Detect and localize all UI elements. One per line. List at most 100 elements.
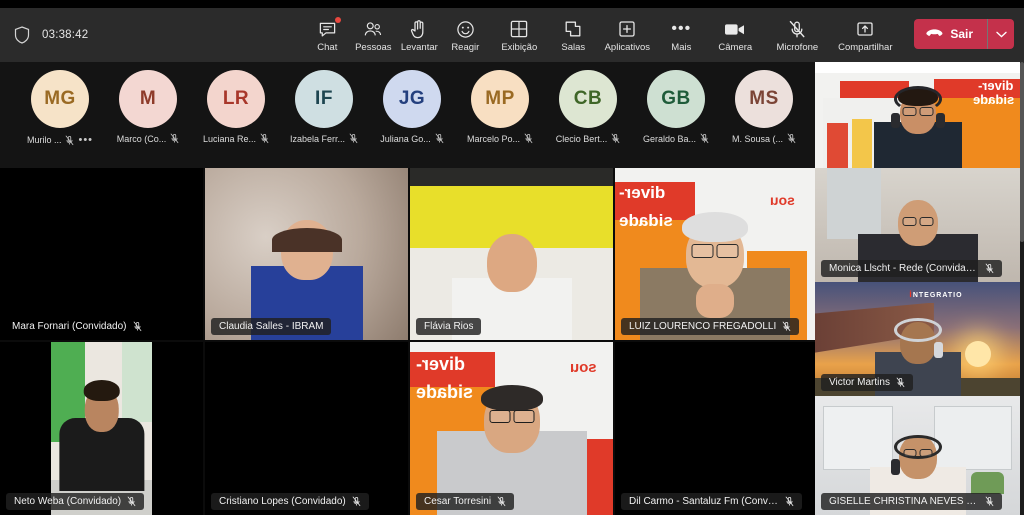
microphone-muted-icon (896, 377, 905, 388)
toolbar-left-group: 03:38:42 (0, 26, 304, 44)
participant-avatar-cell[interactable]: MP Marcelo Po... (462, 70, 538, 144)
more-label: Mais (671, 42, 692, 53)
participant-avatar-cell[interactable]: GB Geraldo Ba... (638, 70, 714, 144)
video-tile[interactable]: Dil Carmo - Santaluz Fm (Convida... (615, 342, 815, 515)
leave-meeting-group: Sair (914, 19, 1014, 49)
react-label: Reagir (451, 42, 480, 53)
participant-overflow-icon[interactable]: ••• (78, 133, 93, 147)
leave-meeting-button[interactable]: Sair (914, 19, 987, 49)
meeting-timer: 03:38:42 (42, 29, 89, 41)
microphone-button[interactable]: Microfone (766, 17, 828, 53)
microphone-muted-icon (133, 321, 141, 332)
tile-participant-name: Mara Fornari (Convidado) (12, 321, 127, 332)
microphone-muted-icon (524, 133, 533, 144)
video-tile[interactable]: Monica Llscht - Rede (Convidado) (815, 168, 1020, 282)
microphone-muted-icon (611, 133, 620, 144)
hangup-icon (926, 27, 943, 41)
video-tile[interactable]: Cristiano Lopes (Convidado) (205, 342, 408, 515)
participant-name-row: Murilo ... ••• (27, 133, 93, 147)
tile-name-badge: Neto Weba (Convidado) (6, 493, 145, 510)
video-tile[interactable]: diver- sidade sou LUIZ LOURENCO FREGADOL… (615, 168, 815, 340)
avatar: JG (383, 70, 441, 128)
microphone-muted-icon (788, 19, 806, 39)
apps-plus-icon (618, 19, 636, 39)
audio-only-participants-row: MG Murilo ... ••• M Marco (Co... LR Luci… (0, 62, 815, 168)
people-icon (363, 19, 383, 39)
video-tile[interactable]: diver- sidade sou Cesar Torresini (410, 342, 613, 515)
participant-name-row: Juliana Go... (380, 133, 444, 144)
background-brand-mark: sou (770, 192, 795, 209)
participant-name: Clecio Bert... (555, 133, 608, 144)
react-button[interactable]: Reagir (442, 17, 488, 53)
video-tile[interactable]: Claudia Salles - IBRAM (205, 168, 408, 340)
participant-avatar-cell[interactable]: M Marco (Co... (110, 70, 186, 144)
tile-name-badge: Monica Llscht - Rede (Convidado) (821, 260, 1002, 277)
video-stream (615, 342, 815, 515)
raise-hand-label: Levantar (400, 42, 438, 53)
participant-name: Geraldo Ba... (642, 133, 697, 144)
people-button[interactable]: Pessoas (350, 17, 396, 53)
participant-avatar-cell[interactable]: MS M. Sousa (... (726, 70, 802, 144)
participant-name-row: Izabela Ferr... (290, 133, 358, 144)
more-button[interactable]: ••• Mais (658, 17, 704, 54)
meeting-window: 03:38:42 Chat Pessoas Levantar Reagir Ex… (0, 0, 1024, 515)
microphone-muted-icon (349, 133, 358, 144)
participant-avatar-cell[interactable]: JG Juliana Go... (374, 70, 450, 144)
video-stream (410, 168, 613, 340)
emoji-icon (456, 19, 475, 39)
tile-name-badge: Mara Fornari (Convidado) (6, 318, 150, 335)
participant-name-row: M. Sousa (... (732, 133, 796, 144)
tile-participant-name: Cesar Torresini (424, 496, 492, 507)
video-tile[interactable]: Mara Fornari (Convidado) (0, 168, 203, 340)
filmstrip-scrollbar[interactable] (1020, 62, 1024, 515)
video-tile[interactable]: Neto Weba (Convidado) (0, 342, 203, 515)
window-top-edge (0, 0, 1024, 8)
video-tile[interactable]: diver- sidade sou (815, 62, 1020, 168)
video-stream (205, 168, 408, 340)
toolbar-right-group: Câmera Microfone Compartilhar Sair (704, 17, 1024, 53)
tile-name-badge: LUIZ LOURENCO FREGADOLLI (621, 318, 800, 335)
leave-options-button[interactable] (988, 19, 1014, 49)
video-grid: Mara Fornari (Convidado) Claudia Salles … (0, 168, 815, 515)
microphone-muted-icon (787, 133, 796, 144)
rooms-button[interactable]: Salas (550, 17, 596, 53)
camera-icon (724, 19, 746, 39)
microphone-muted-icon (785, 496, 794, 507)
chat-button[interactable]: Chat (304, 17, 350, 53)
share-button[interactable]: Compartilhar (828, 17, 902, 53)
tile-participant-name: GISELLE CHRISTINA NEVES DE OLI... (829, 496, 979, 507)
participant-name-row: Marcelo Po... (467, 133, 533, 144)
participant-avatar-cell[interactable]: IF Izabela Ferr... (286, 70, 362, 144)
grid-view-icon (510, 19, 528, 39)
apps-button[interactable]: Aplicativos (596, 17, 658, 53)
camera-button[interactable]: Câmera (704, 17, 766, 53)
microphone-muted-icon (66, 135, 74, 145)
scrollbar-thumb[interactable] (1020, 62, 1024, 242)
background-word-bottom: sidade (619, 210, 673, 230)
participant-name-row: Marco (Co... (117, 133, 180, 144)
tile-participant-name: Monica Llscht - Rede (Convidado) (829, 263, 979, 274)
microphone-muted-icon (435, 133, 444, 144)
background-word-bottom: sidade (972, 91, 1014, 107)
video-tile[interactable]: GISELLE CHRISTINA NEVES DE OLI... (815, 396, 1020, 515)
participant-avatar-cell[interactable]: MG Murilo ... ••• (22, 70, 98, 147)
video-stream: diver- sidade sou (410, 342, 613, 515)
avatar: LR (207, 70, 265, 128)
video-stream: diver- sidade sou (815, 62, 1020, 168)
participant-name: Marco (Co... (116, 133, 167, 144)
microphone-muted-icon (352, 496, 361, 507)
participant-name: Luciana Re... (202, 133, 257, 144)
participant-avatar-cell[interactable]: CB Clecio Bert... (550, 70, 626, 144)
leave-label: Sair (950, 27, 973, 41)
tile-participant-name: LUIZ LOURENCO FREGADOLLI (629, 321, 777, 332)
tile-participant-name: Neto Weba (Convidado) (14, 496, 122, 507)
video-tile[interactable]: Flávia Rios (410, 168, 613, 340)
participant-name-row: Clecio Bert... (556, 133, 621, 144)
background-word-top: diver- (619, 183, 666, 203)
apps-label: Aplicativos (604, 42, 651, 53)
view-button[interactable]: Exibição (488, 17, 550, 53)
video-tile[interactable]: iNTEGRATIO Victor Martins (815, 282, 1020, 396)
video-stream (205, 342, 408, 515)
raise-hand-button[interactable]: Levantar (396, 17, 442, 53)
participant-avatar-cell[interactable]: LR Luciana Re... (198, 70, 274, 144)
